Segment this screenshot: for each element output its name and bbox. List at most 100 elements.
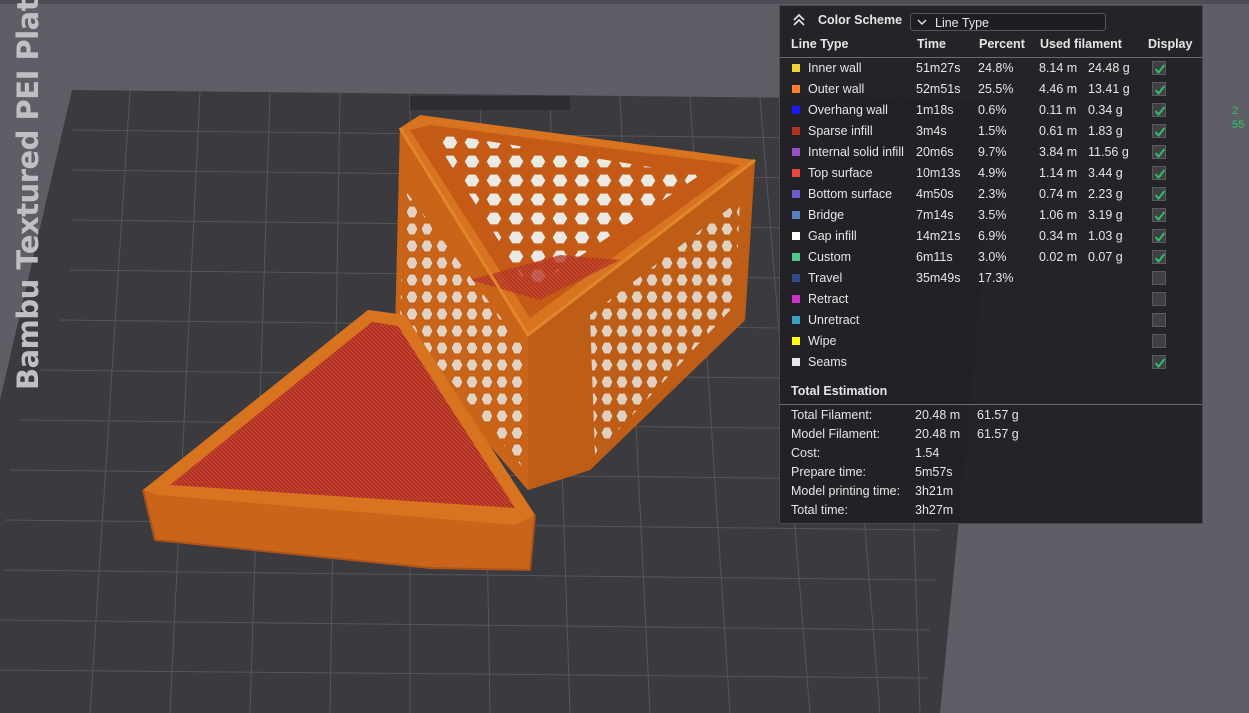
display-checkbox[interactable] xyxy=(1152,292,1166,306)
total-value-1: 3h21m xyxy=(915,484,954,498)
line-time: 52m51s xyxy=(916,82,961,96)
line-time: 35m49s xyxy=(916,271,961,285)
color-swatch xyxy=(792,232,800,240)
display-checkbox[interactable] xyxy=(1152,124,1166,138)
line-percent: 4.9% xyxy=(978,166,1007,180)
line-time: 4m50s xyxy=(916,187,954,201)
check-icon xyxy=(1154,232,1166,243)
line-percent: 9.7% xyxy=(978,145,1007,159)
line-weight: 1.83 g xyxy=(1088,124,1123,138)
line-type-name: Travel xyxy=(808,271,843,285)
header-line-type: Line Type xyxy=(791,37,849,51)
legend-row: Retract xyxy=(780,290,1202,311)
legend-row: Wipe xyxy=(780,332,1202,353)
total-value-1: 20.48 m xyxy=(915,408,961,422)
line-length: 3.84 m xyxy=(1039,145,1078,159)
display-checkbox[interactable] xyxy=(1152,82,1166,96)
legend-row: Seams xyxy=(780,353,1202,374)
total-label: Cost: xyxy=(791,446,821,460)
line-type-name: Inner wall xyxy=(808,61,862,75)
line-length: 1.06 m xyxy=(1039,208,1078,222)
line-type-name: Custom xyxy=(808,250,852,264)
total-divider xyxy=(780,404,1202,405)
line-length: 0.11 m xyxy=(1039,103,1077,117)
color-swatch xyxy=(792,316,800,324)
line-time: 20m6s xyxy=(916,145,954,159)
line-time: 51m27s xyxy=(916,61,961,75)
check-icon xyxy=(1154,85,1166,96)
legend-row: Gap infill 14m21s 6.9% 0.34 m 1.03 g xyxy=(780,227,1202,248)
display-checkbox[interactable] xyxy=(1152,145,1166,159)
line-percent: 3.0% xyxy=(978,250,1007,264)
color-swatch xyxy=(792,253,800,261)
line-type-name: Seams xyxy=(808,355,847,369)
line-type-name: Sparse infill xyxy=(808,124,873,138)
display-checkbox[interactable] xyxy=(1152,187,1166,201)
legend-row: Inner wall 51m27s 24.8% 8.14 m 24.48 g xyxy=(780,59,1202,80)
display-checkbox[interactable] xyxy=(1152,271,1166,285)
legend-row: Sparse infill 3m4s 1.5% 0.61 m 1.83 g xyxy=(780,122,1202,143)
legend-row: Travel 35m49s 17.3% xyxy=(780,269,1202,290)
color-swatch xyxy=(792,169,800,177)
header-percent: Percent xyxy=(979,37,1025,51)
display-checkbox[interactable] xyxy=(1152,229,1166,243)
line-time: 7m14s xyxy=(916,208,954,222)
readout-line-2: 55 xyxy=(1232,119,1245,131)
color-scheme-title: Color Scheme xyxy=(818,13,903,27)
color-swatch xyxy=(792,127,800,135)
line-length: 8.14 m xyxy=(1039,61,1078,75)
legend-row: Internal solid infill 20m6s 9.7% 3.84 m 11.5… xyxy=(780,143,1202,164)
plate-label: Bambu Textured PEI Plate xyxy=(11,0,45,390)
header-used-filament: Used filament xyxy=(1040,37,1122,51)
color-scheme-dropdown[interactable]: Line Type xyxy=(910,13,1106,31)
coordinate-readout: 2 55 xyxy=(1232,104,1249,134)
total-row: Prepare time: 5m57s xyxy=(791,465,1091,484)
display-checkbox[interactable] xyxy=(1152,208,1166,222)
color-swatch xyxy=(792,295,800,303)
line-weight: 0.34 g xyxy=(1088,103,1123,117)
line-length: 1.14 m xyxy=(1039,166,1078,180)
header-display: Display xyxy=(1148,37,1193,51)
check-icon xyxy=(1154,253,1166,264)
total-estimation-title: Total Estimation xyxy=(791,384,888,398)
line-weight: 3.44 g xyxy=(1088,166,1123,180)
check-icon xyxy=(1154,64,1166,75)
legend-row: Outer wall 52m51s 25.5% 4.46 m 13.41 g xyxy=(780,80,1202,101)
color-scheme-value: Line Type xyxy=(935,16,989,30)
line-type-name: Overhang wall xyxy=(808,103,888,117)
line-type-name: Gap infill xyxy=(808,229,857,243)
line-percent: 3.5% xyxy=(978,208,1007,222)
line-length: 0.02 m xyxy=(1039,250,1078,264)
legend-row: Top surface 10m13s 4.9% 1.14 m 3.44 g xyxy=(780,164,1202,185)
line-weight: 0.07 g xyxy=(1088,250,1123,264)
color-swatch xyxy=(792,337,800,345)
line-length: 0.34 m xyxy=(1039,229,1078,243)
total-row: Total time: 3h27m xyxy=(791,503,1091,522)
display-checkbox[interactable] xyxy=(1152,334,1166,348)
display-checkbox[interactable] xyxy=(1152,250,1166,264)
check-icon xyxy=(1154,148,1166,159)
total-label: Model Filament: xyxy=(791,427,880,441)
check-icon xyxy=(1154,169,1166,180)
line-weight: 2.23 g xyxy=(1088,187,1123,201)
display-checkbox[interactable] xyxy=(1152,103,1166,117)
line-weight: 3.19 g xyxy=(1088,208,1123,222)
display-checkbox[interactable] xyxy=(1152,313,1166,327)
total-row: Total Filament: 20.48 m 61.57 g xyxy=(791,408,1091,427)
line-length: 4.46 m xyxy=(1039,82,1078,96)
total-label: Model printing time: xyxy=(791,484,901,498)
total-label: Total time: xyxy=(791,503,848,517)
line-percent: 6.9% xyxy=(978,229,1007,243)
double-chevron-up-icon[interactable] xyxy=(791,12,807,28)
line-time: 10m13s xyxy=(916,166,961,180)
display-checkbox[interactable] xyxy=(1152,355,1166,369)
color-swatch xyxy=(792,64,800,72)
display-checkbox[interactable] xyxy=(1152,166,1166,180)
total-label: Prepare time: xyxy=(791,465,867,479)
line-type-name: Bottom surface xyxy=(808,187,893,201)
check-icon xyxy=(1154,106,1166,117)
total-value-2: 61.57 g xyxy=(977,427,1019,441)
display-checkbox[interactable] xyxy=(1152,61,1166,75)
line-percent: 0.6% xyxy=(978,103,1007,117)
line-time: 6m11s xyxy=(916,250,953,264)
